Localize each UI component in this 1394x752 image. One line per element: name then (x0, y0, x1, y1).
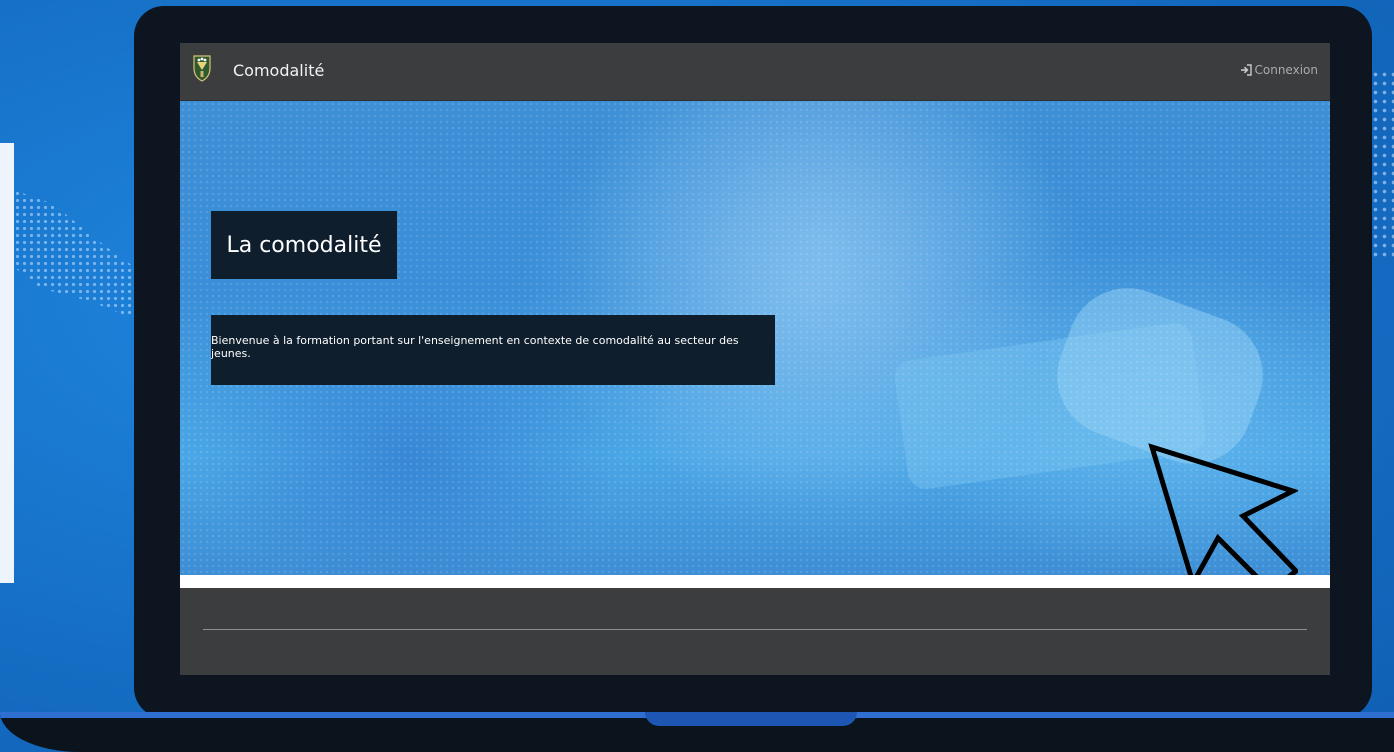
footer-divider (203, 629, 1307, 630)
hero-carousel[interactable]: La comodalité Bienvenue à la formation p… (180, 101, 1330, 575)
mouse-pointer-icon (1148, 443, 1300, 575)
brand-title[interactable]: Comodalité (233, 61, 324, 80)
hero-title: La comodalité (211, 211, 397, 279)
crest-logo-icon[interactable] (192, 54, 212, 82)
content-strip (180, 575, 1330, 588)
sign-in-icon (1240, 64, 1252, 76)
laptop-notch (645, 712, 857, 726)
side-panel (0, 143, 14, 583)
hero-subtitle-text: Bienvenue à la formation portant sur l'e… (211, 334, 739, 360)
laptop-screen: Comodalité Connexion La comodalité Bienv… (180, 43, 1330, 675)
login-label: Connexion (1254, 63, 1319, 77)
login-link[interactable]: Connexion (1240, 63, 1319, 77)
footer (180, 588, 1330, 675)
hero-subtitle: Bienvenue à la formation portant sur l'e… (211, 315, 775, 385)
navbar: Comodalité Connexion (180, 43, 1330, 101)
